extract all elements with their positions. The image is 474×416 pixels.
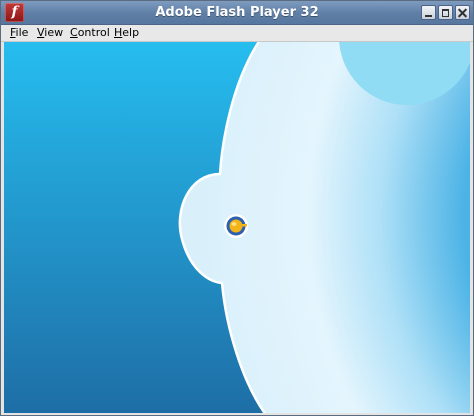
menu-control[interactable]: Control (70, 25, 110, 41)
flash-stage[interactable] (4, 42, 470, 413)
menu-file-label: ile (15, 26, 29, 39)
menu-control-label: ontrol (77, 26, 110, 39)
menu-help-label: elp (122, 26, 140, 39)
menu-control-mnemonic: C (70, 26, 78, 39)
minimize-icon[interactable] (421, 5, 436, 20)
close-icon[interactable] (455, 5, 470, 20)
flash-player-window: f Adobe Flash Player 32 File View Contro… (0, 0, 474, 416)
menu-file[interactable]: File (10, 25, 28, 41)
player-ship[interactable] (224, 214, 248, 238)
menu-view-label: iew (44, 26, 64, 39)
maximize-icon[interactable] (438, 5, 453, 20)
window-title: Adobe Flash Player 32 (155, 5, 319, 20)
game-scene[interactable] (4, 42, 470, 413)
menu-help[interactable]: Help (114, 25, 139, 41)
menu-bar: File View Control Help (1, 25, 473, 42)
flash-app-icon[interactable]: f (5, 3, 24, 22)
menu-view[interactable]: View (37, 25, 63, 41)
title-bar[interactable]: f Adobe Flash Player 32 (1, 1, 473, 25)
